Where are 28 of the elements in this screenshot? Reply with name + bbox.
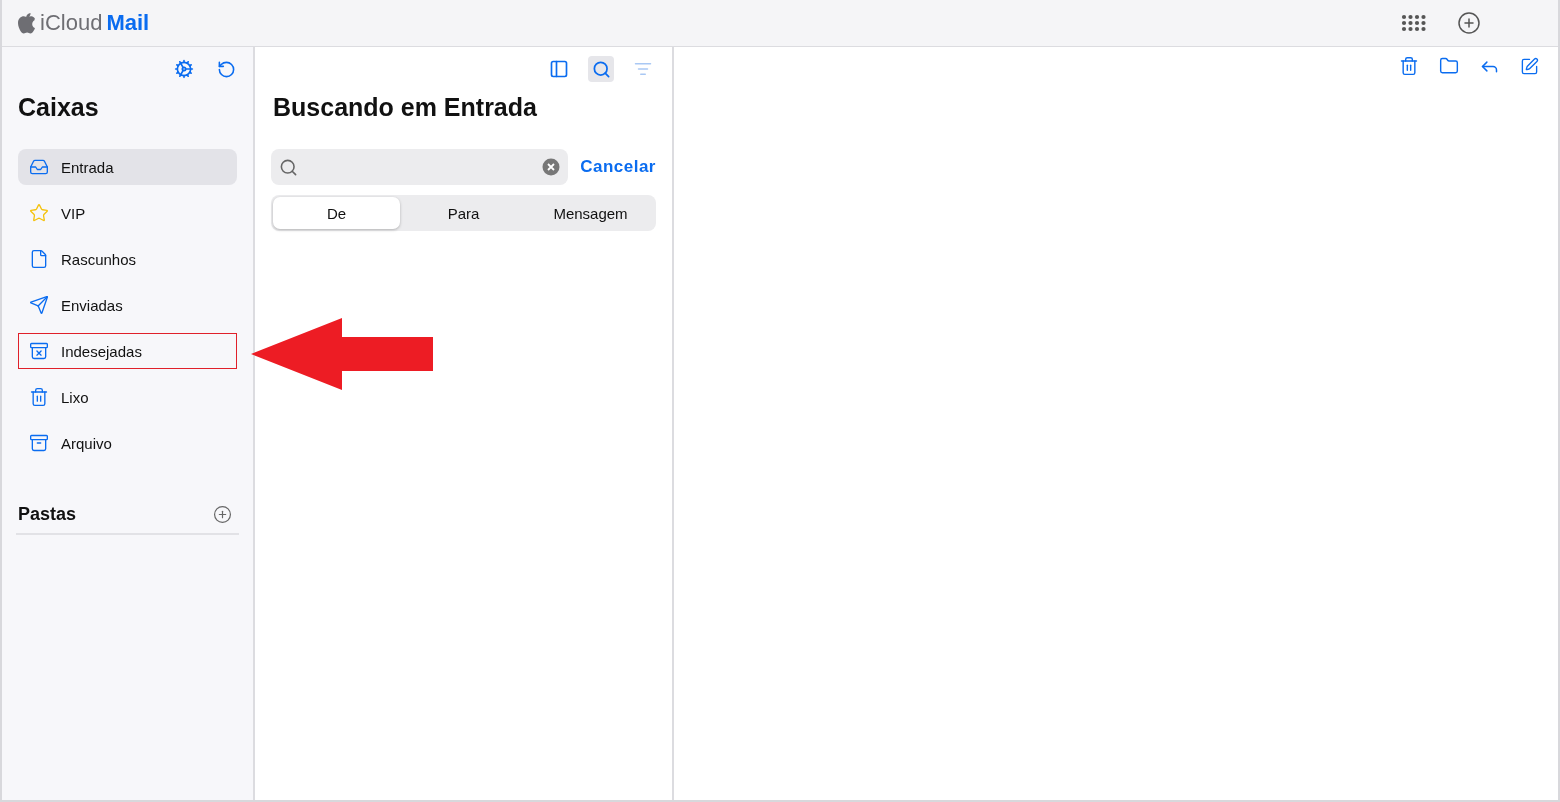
search-icon[interactable] (588, 56, 614, 82)
scope-segment[interactable]: Para (400, 197, 527, 229)
scope-segment[interactable]: De (273, 197, 400, 229)
brand-name: iCloud (40, 10, 103, 36)
tray-icon (29, 157, 49, 177)
trash-icon (29, 387, 49, 407)
brand-name: Mail (106, 10, 150, 36)
cancel-link[interactable]: Cancelar (580, 157, 656, 177)
archive-box-icon (29, 433, 49, 453)
apple-logo-icon (18, 12, 36, 34)
mailbox-item[interactable]: Rascunhos (18, 241, 237, 277)
search-icon (279, 157, 298, 177)
scope-segment[interactable]: Mensagem (527, 197, 654, 229)
list-title: Buscando em Entrada (273, 92, 538, 123)
mailbox-item[interactable]: Lixo (18, 379, 237, 415)
star-icon (29, 203, 49, 223)
folders-title: Pastas (18, 503, 77, 525)
paper-plane-icon (29, 295, 49, 315)
mailbox-item[interactable]: Arquivo (18, 425, 237, 461)
search-field[interactable] (271, 149, 569, 185)
mailbox-item[interactable]: Enviadas (18, 287, 237, 323)
mailbox-item[interactable]: VIP (18, 195, 237, 231)
mailboxes-title: Caixas (18, 92, 100, 123)
document-icon (29, 249, 49, 269)
clear-icon[interactable] (542, 158, 561, 176)
mailbox-item[interactable]: Entrada (18, 149, 237, 185)
add-icon[interactable] (1456, 10, 1482, 36)
junk-box-icon (29, 341, 49, 361)
